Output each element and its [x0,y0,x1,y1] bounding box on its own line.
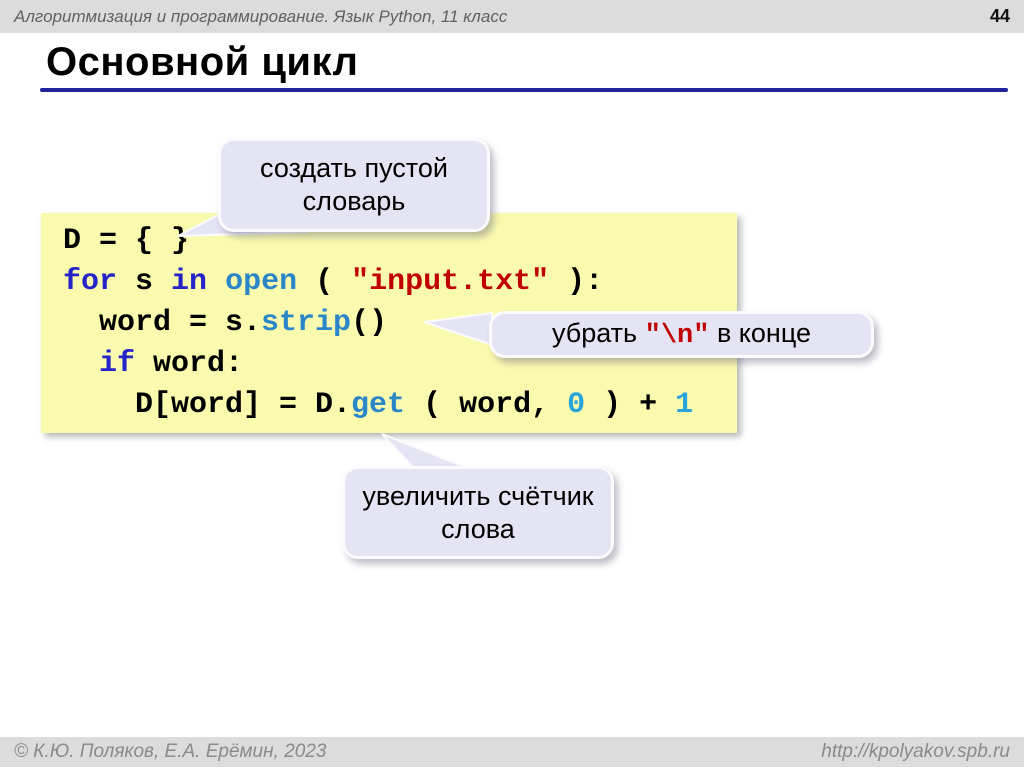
slide-title: Основной цикл [46,40,359,84]
website-link[interactable]: http://kpolyakov.spb.ru [821,741,1010,763]
copyright-text: © К.Ю. Поляков, Е.А. Ерёмин, 2023 [14,741,327,762]
callout-text: увеличить счётчик слова [362,480,594,544]
callout-text: создать пустой словарь [260,153,448,216]
callout-increment-word-counter: увеличить счётчик слова [342,466,614,559]
code-line: for s in open ( "input.txt" ): [63,265,604,299]
callout-text: убрать "\n" в конце [551,317,812,351]
footer-bar: © К.Ю. Поляков, Е.А. Ерёмин, 2023 http:/… [0,737,1024,767]
slide-page-number: 44 [989,6,1010,26]
header-bar: Алгоритмизация и программирование. Язык … [0,0,1024,33]
callout-tail-increment-counter [381,433,473,471]
callout-create-empty-dict: создать пустой словарь [218,138,490,232]
course-title: Алгоритмизация и программирование. Язык … [14,6,508,26]
title-underline-rule [40,88,1008,92]
code-line: D[word] = D.get ( word, 0 ) + 1 [63,388,694,422]
presentation-slide: Алгоритмизация и программирование. Язык … [0,0,1024,767]
callout-strip-newline: убрать "\n" в конце [489,311,874,358]
